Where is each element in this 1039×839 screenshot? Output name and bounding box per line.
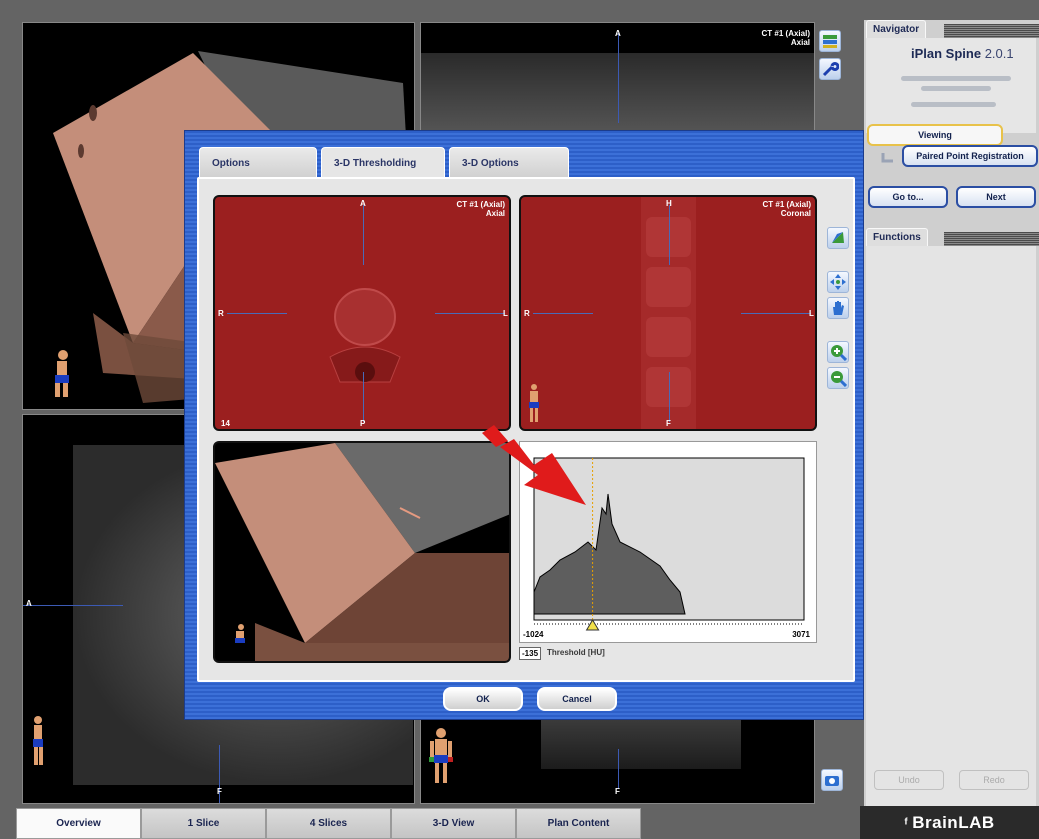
orientation-marker-right: L <box>503 309 508 318</box>
orientation-marker-left: A <box>26 599 32 608</box>
annotation-arrow-icon <box>482 425 586 505</box>
threshold-axial-view[interactable]: A P R L 14 CT #1 (Axial) Axial <box>213 195 511 431</box>
workflow-step-next[interactable]: Paired Point Registration <box>902 145 1038 167</box>
threshold-coronal-view[interactable]: H F R L CT #1 (Axial) Coronal <box>519 195 817 431</box>
hand-tool-button[interactable] <box>827 297 849 319</box>
zoom-out-button[interactable] <box>827 367 849 389</box>
screenshot-button[interactable] <box>821 769 843 791</box>
cancel-button[interactable]: Cancel <box>537 687 617 711</box>
zoom-out-icon <box>831 371 847 387</box>
brand-logo: ᶠ BrainLAB <box>860 806 1039 839</box>
zoom-in-button[interactable] <box>827 341 849 363</box>
slice-number: 14 <box>221 419 230 428</box>
camera-icon <box>825 776 839 786</box>
tab-overview[interactable]: Overview <box>16 808 141 839</box>
viewport-bottom-right[interactable]: F <box>420 718 815 804</box>
step-arrow-icon <box>881 153 893 163</box>
tab-options[interactable]: Options <box>199 147 317 179</box>
goto-button[interactable]: Go to... <box>868 186 948 208</box>
workflow-step-current: Viewing <box>867 124 1003 146</box>
right-panel: Navigator iPlan Spine 2.0.1 Viewing Pair… <box>864 20 1039 815</box>
brainlab-logo-icon: ᶠ <box>904 814 909 831</box>
orientation-marker-bottom: F <box>666 419 671 428</box>
navigator-box: iPlan Spine 2.0.1 <box>866 38 1036 133</box>
threshold-value-input[interactable] <box>519 647 541 660</box>
viewport-series-label: CT #1 (Axial) Axial <box>456 200 505 218</box>
tab-4-slices[interactable]: 4 Slices <box>266 808 391 839</box>
viewport-series-label: CT #1 (Axial) Coronal <box>762 200 811 218</box>
threshold-label: Threshold [HU] <box>547 648 605 657</box>
tools-button[interactable] <box>819 58 841 80</box>
move-arrows-icon <box>830 274 846 290</box>
layers-icon <box>823 35 837 48</box>
ok-button[interactable]: OK <box>443 687 523 711</box>
redo-button[interactable]: Redo <box>959 770 1029 790</box>
view-3d-button[interactable] <box>827 227 849 249</box>
wrench-icon <box>822 62 839 77</box>
orientation-marker-top: H <box>666 199 672 208</box>
tab-functions[interactable]: Functions <box>866 228 928 246</box>
tab-3d-thresholding[interactable]: 3-D Thresholding <box>321 147 445 179</box>
orientation-marker-left: R <box>524 309 530 318</box>
orientation-marker-bottom: P <box>360 419 366 428</box>
tab-3d-view[interactable]: 3-D View <box>391 808 516 839</box>
hand-icon <box>833 301 844 315</box>
patient-orientation-figure-icon <box>33 716 43 765</box>
layers-button[interactable] <box>819 30 841 52</box>
orientation-marker-bottom: F <box>217 787 222 796</box>
patient-orientation-figure-icon <box>235 624 245 643</box>
tab-navigator[interactable]: Navigator <box>866 20 927 38</box>
patient-orientation-figure-icon <box>55 350 69 397</box>
patient-orientation-figure-icon <box>429 728 453 783</box>
threshold-slider-handle[interactable] <box>585 619 600 631</box>
tab-1-slice[interactable]: 1 Slice <box>141 808 266 839</box>
orientation-marker-top: A <box>615 29 621 38</box>
functions-box <box>866 246 1036 811</box>
next-button[interactable]: Next <box>956 186 1036 208</box>
undo-button[interactable]: Undo <box>874 770 944 790</box>
3d-view-icon <box>832 232 844 243</box>
patient-orientation-figure-icon <box>529 384 539 422</box>
viewport-axial-top-right[interactable]: A CT #1 (Axial) Axial <box>420 22 815 132</box>
app-window: A CT #1 (Axial) Axial A F F Navigator iP… <box>0 0 1039 839</box>
threshold-3d-preview[interactable] <box>213 441 511 663</box>
zoom-in-icon <box>831 345 847 361</box>
orientation-marker-left: R <box>218 309 224 318</box>
pan-button[interactable] <box>827 271 849 293</box>
histogram-min-label: -1024 <box>523 630 544 639</box>
app-title: iPlan Spine 2.0.1 <box>911 46 1014 61</box>
orientation-marker-bottom: F <box>615 787 620 796</box>
tab-plan-content[interactable]: Plan Content <box>516 808 641 839</box>
orientation-marker-right: L <box>809 309 814 318</box>
3d-preview-image <box>215 443 509 661</box>
viewport-series-label: CT #1 (Axial) Axial <box>761 29 810 47</box>
histogram-max-label: 3071 <box>792 630 810 639</box>
orientation-marker-top: A <box>360 199 366 208</box>
tab-3d-options[interactable]: 3-D Options <box>449 147 569 179</box>
